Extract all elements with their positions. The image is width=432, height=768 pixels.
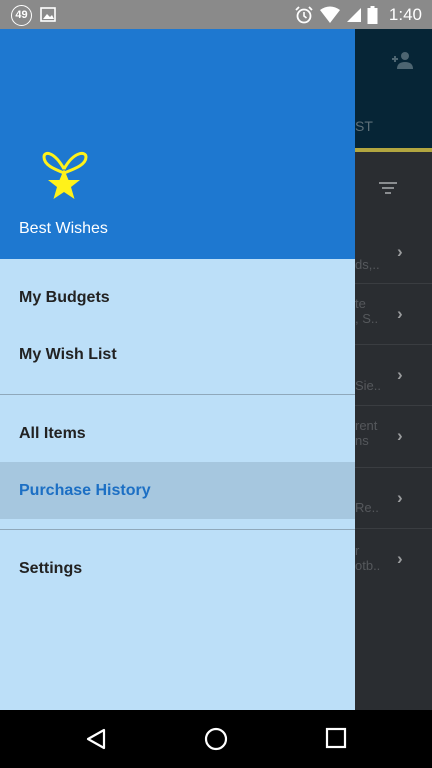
menu-item-settings[interactable]: Settings	[0, 540, 355, 597]
chevron-right-icon: ›	[397, 426, 403, 445]
menu-item-all-items[interactable]: All Items	[0, 405, 355, 462]
background-tab-indicator	[355, 148, 432, 152]
menu-item-label: My Wish List	[19, 345, 117, 363]
wifi-icon	[319, 6, 340, 23]
sort-icon	[379, 182, 397, 194]
chevron-right-icon: ›	[397, 304, 403, 323]
menu-divider	[0, 529, 355, 530]
back-icon[interactable]	[84, 727, 108, 751]
chevron-right-icon: ›	[397, 365, 403, 384]
battery-icon	[367, 5, 378, 24]
chevron-right-icon: ›	[397, 549, 403, 568]
drawer-header: Best Wishes	[0, 29, 355, 259]
menu-item-label: Purchase History	[19, 481, 151, 499]
menu-item-my-budgets[interactable]: My Budgets	[0, 269, 355, 326]
chevron-right-icon: ›	[397, 242, 403, 261]
background-tab-label: ST	[355, 118, 373, 134]
status-bar: 49 1:40	[0, 0, 432, 29]
background-list-item: te , S.. ›	[355, 284, 432, 345]
home-icon[interactable]	[204, 727, 228, 751]
background-list-item: ds,.. ›	[355, 222, 432, 284]
alarm-icon	[295, 5, 313, 23]
clock-time: 1:40	[388, 4, 422, 24]
app-name: Best Wishes	[19, 220, 108, 237]
background-list-item: Sie.. ›	[355, 345, 432, 406]
gift-star-icon	[42, 151, 88, 199]
background-list-item: r otb.. ›	[355, 543, 403, 573]
recents-icon[interactable]	[325, 727, 347, 749]
chevron-right-icon: ›	[397, 488, 403, 507]
system-navigation-bar	[0, 710, 432, 768]
background-list-item: rent ns ›	[355, 406, 432, 468]
notification-count-badge: 49	[11, 5, 32, 26]
navigation-drawer: Best Wishes My Budgets My Wish List All …	[0, 29, 355, 710]
menu-item-purchase-history[interactable]: Purchase History	[0, 462, 355, 519]
menu-item-label: All Items	[19, 424, 86, 442]
background-list-item: Re.. ›	[355, 468, 432, 529]
menu-divider	[0, 394, 355, 395]
menu-item-my-wish-list[interactable]: My Wish List	[0, 326, 355, 383]
menu-item-label: My Budgets	[19, 288, 110, 306]
signal-icon	[346, 7, 361, 22]
add-user-icon	[392, 52, 413, 69]
menu-item-label: Settings	[19, 559, 83, 577]
image-icon	[40, 7, 56, 22]
